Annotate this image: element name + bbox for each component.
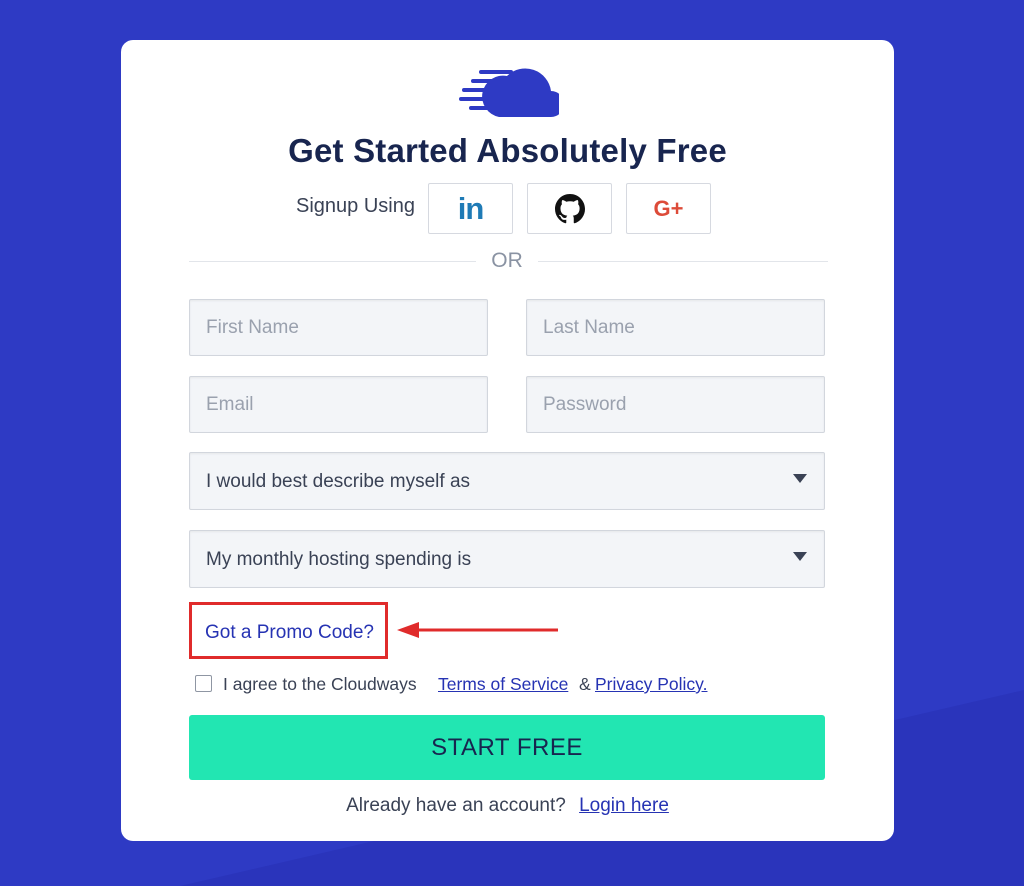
google-plus-icon: G+: [653, 195, 684, 221]
signup-using-label: Signup Using: [296, 195, 415, 217]
terms-checkbox[interactable]: [195, 675, 212, 692]
agree-text: I agree to the Cloudways: [223, 674, 417, 694]
ampersand-text: &: [579, 674, 591, 694]
monthly-spending-select[interactable]: My monthly hosting spending is: [189, 530, 825, 588]
page-title: Get Started Absolutely Free: [288, 132, 727, 169]
signup-card: Get Started Absolutely Free Signup Using…: [121, 40, 894, 841]
caret-down-icon: [793, 474, 807, 483]
first-name-input[interactable]: [189, 299, 488, 356]
or-divider-label: OR: [491, 249, 523, 272]
terms-of-service-link[interactable]: Terms of Service: [438, 674, 568, 695]
describe-yourself-select[interactable]: I would best describe myself as: [189, 452, 825, 510]
caret-down-icon: [793, 552, 807, 561]
cloudways-cloud-logo-icon: [459, 68, 559, 117]
github-signup-button[interactable]: [527, 183, 612, 234]
login-here-link[interactable]: Login here: [579, 795, 669, 816]
divider-line-right: [538, 261, 828, 262]
start-free-button[interactable]: START FREE: [189, 715, 825, 780]
last-name-input[interactable]: [526, 299, 825, 356]
linkedin-signup-button[interactable]: in: [428, 183, 513, 234]
linkedin-icon: in: [457, 190, 485, 226]
promo-code-highlight: Got a Promo Code?: [189, 602, 388, 659]
have-account-text: Already have an account?: [346, 795, 566, 816]
monthly-spending-value: My monthly hosting spending is: [206, 549, 472, 570]
promo-code-link[interactable]: Got a Promo Code?: [205, 622, 374, 644]
red-arrow-icon: [397, 622, 558, 638]
divider-line-left: [189, 261, 476, 262]
email-input[interactable]: [189, 376, 488, 433]
login-row: Already have an account? Login here: [121, 795, 894, 817]
google-plus-signup-button[interactable]: G+: [626, 183, 711, 234]
describe-yourself-value: I would best describe myself as: [206, 471, 471, 492]
github-icon: [554, 193, 585, 223]
password-input[interactable]: [526, 376, 825, 433]
privacy-policy-link[interactable]: Privacy Policy.: [595, 674, 707, 695]
